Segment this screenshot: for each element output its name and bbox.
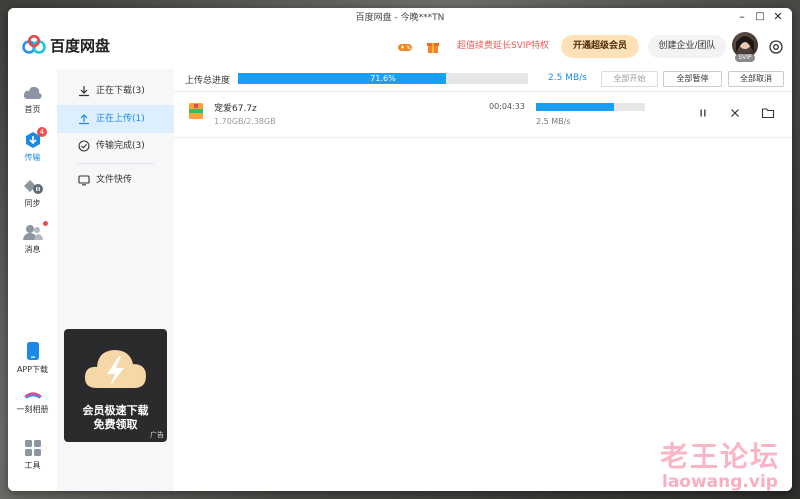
maximize-button[interactable]: □ <box>752 9 768 24</box>
nav-transfer[interactable]: 传输 4 <box>8 127 57 163</box>
svip-renewal-link[interactable]: 超值续费延长SVIP特权 <box>457 38 549 51</box>
total-speed: 2.5 MB/s <box>548 73 587 83</box>
sidebar-item-completed-label: 传输完成(3) <box>96 141 145 151</box>
nav-home[interactable]: 首页 <box>8 85 57 115</box>
file-progress-fill <box>536 103 615 111</box>
sidebar-item-completed[interactable]: 传输完成(3) <box>57 132 174 160</box>
check-circle-icon <box>78 140 90 152</box>
sidebar-item-quick-transfer-label: 文件快传 <box>96 175 133 185</box>
watermark-title: 老王论坛 <box>660 440 781 473</box>
nav-album[interactable]: 一刻相册 <box>8 391 57 415</box>
left-nav-rail: 首页 传输 4 同步 消息 APP下载 一刻相册 工具 <box>8 69 57 491</box>
nav-messages[interactable]: 消息 <box>8 221 57 255</box>
ad-tag: 广告 <box>150 431 164 439</box>
title-bar: 百度网盘 - 今晚***TN – □ ✕ <box>8 8 792 25</box>
create-enterprise-button[interactable]: 创建企业/团队 <box>648 35 726 58</box>
archive-file-icon <box>189 103 203 119</box>
monitor-icon <box>78 175 90 186</box>
app-logo-text: 百度网盘 <box>50 37 111 55</box>
minimize-button[interactable]: – <box>734 9 750 24</box>
pause-all-button[interactable]: 全部暂停 <box>663 71 722 87</box>
sidebar-item-downloading-label: 正在下载(3) <box>96 86 145 96</box>
promo-ad-card[interactable]: 会员极速下载 免费领取 广告 <box>64 329 167 442</box>
nav-tools-label: 工具 <box>24 461 41 470</box>
nav-sync[interactable]: 同步 <box>8 177 57 209</box>
lightning-cloud-icon <box>84 350 146 388</box>
album-icon <box>23 392 42 399</box>
close-button[interactable]: ✕ <box>770 9 786 24</box>
upload-row[interactable]: 宠爱67.7z 1.70GB/2.38GB 00:04:33 2.5 MB/s <box>174 92 792 138</box>
nav-tools[interactable]: 工具 <box>8 439 57 471</box>
cloud-icon <box>23 86 42 99</box>
sidebar-item-downloading[interactable]: 正在下载(3) <box>57 77 174 105</box>
upload-panel: 上传总进度 71.6% 2.5 MB/s 全部开始 全部暂停 全部取消 宠爱67… <box>174 69 792 491</box>
gamepad-icon[interactable] <box>396 38 414 56</box>
file-name: 宠爱67.7z <box>214 104 257 114</box>
sidebar-item-quick-transfer[interactable]: 文件快传 <box>57 166 174 194</box>
upload-icon <box>79 114 89 125</box>
contacts-icon <box>22 225 43 240</box>
app-window: 百度网盘 - 今晚***TN – □ ✕ 百度网盘 超值续费延长SVIP特权 开… <box>8 8 792 491</box>
nav-messages-label: 消息 <box>24 245 41 254</box>
nav-app-download[interactable]: APP下载 <box>8 341 57 375</box>
nav-sync-label: 同步 <box>24 199 41 208</box>
file-size: 1.70GB/2.38GB <box>214 117 276 126</box>
nav-transfer-label: 传输 <box>24 153 41 162</box>
sidebar-item-uploading[interactable]: 正在上传(1) <box>57 105 174 133</box>
top-bar: 百度网盘 超值续费延长SVIP特权 开通超级会员 创建企业/团队 SVIP <box>8 25 792 69</box>
download-icon <box>79 86 89 97</box>
vip-level-badge: SVIP <box>735 54 755 62</box>
remaining-time: 00:04:33 <box>489 102 525 111</box>
cancel-icon[interactable] <box>728 106 742 120</box>
settings-icon[interactable] <box>768 39 784 55</box>
file-progress-bar <box>536 103 645 111</box>
folder-icon[interactable] <box>761 106 775 120</box>
unread-dot <box>43 221 48 226</box>
open-svip-button[interactable]: 开通超级会员 <box>561 35 639 58</box>
pause-icon[interactable] <box>696 106 710 120</box>
sidebar-divider <box>77 163 154 164</box>
window-title: 百度网盘 - 今晚***TN <box>355 13 445 23</box>
phone-icon <box>26 342 39 360</box>
file-speed: 2.5 MB/s <box>536 117 571 126</box>
start-all-button[interactable]: 全部开始 <box>601 71 658 87</box>
nav-app-download-label: APP下载 <box>16 365 49 374</box>
total-progress-bar: 71.6% <box>238 73 528 84</box>
tools-icon <box>24 440 41 456</box>
transfer-count-badge: 4 <box>37 127 47 137</box>
total-progress-label: 上传总进度 <box>185 76 231 86</box>
sync-icon <box>23 180 43 194</box>
sidebar-item-uploading-label: 正在上传(1) <box>96 114 145 124</box>
watermark-url: laowang.vip <box>662 472 778 492</box>
baidu-netdisk-logo-icon <box>22 35 46 54</box>
nav-album-label: 一刻相册 <box>16 405 49 414</box>
gift-icon[interactable] <box>424 38 442 56</box>
nav-home-label: 首页 <box>24 105 41 114</box>
transfer-sidebar: 正在下载(3) 正在上传(1) 传输完成(3) 文件快传 会员极速下载 免费领取… <box>57 69 174 491</box>
total-progress-percent: 71.6% <box>370 74 396 83</box>
cancel-all-button[interactable]: 全部取消 <box>728 71 784 87</box>
